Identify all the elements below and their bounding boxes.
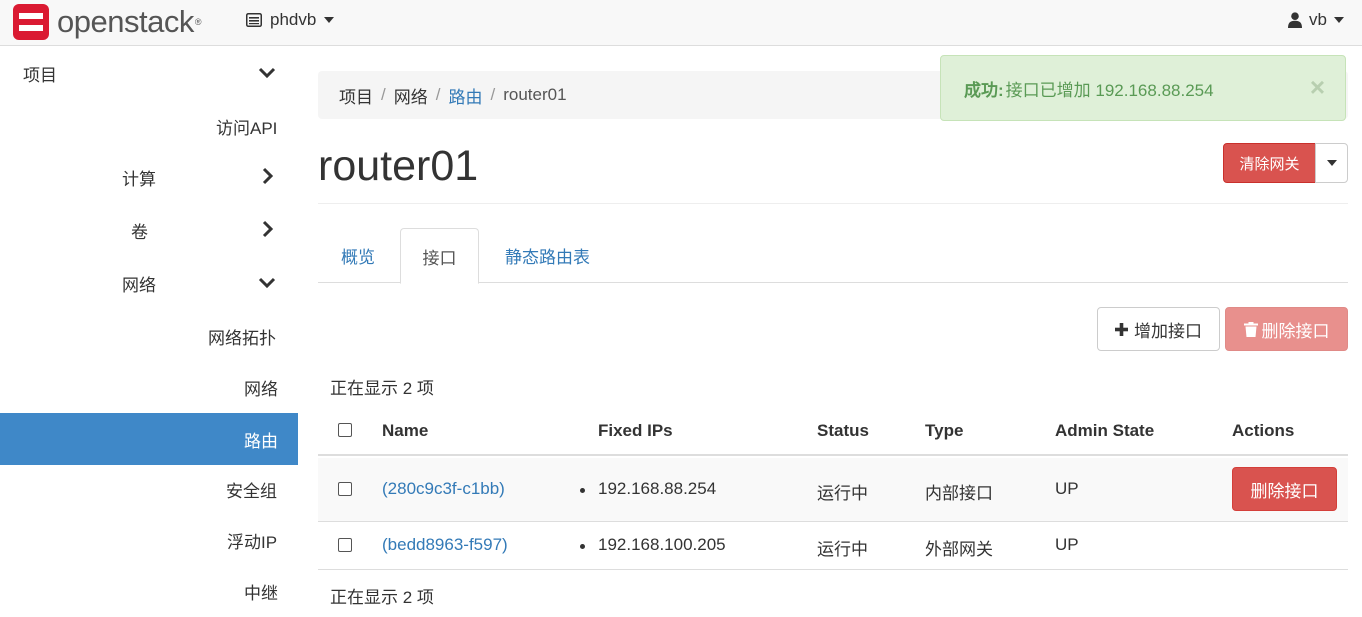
project-selector[interactable]: phdvb bbox=[246, 10, 335, 30]
chevron-down-icon bbox=[258, 277, 276, 289]
plus-icon bbox=[1115, 322, 1128, 336]
breadcrumb-separator: / bbox=[490, 85, 496, 104]
item-count-top: 正在显示 2 项 bbox=[330, 379, 434, 398]
sidebar-item-api-access[interactable]: 访问API bbox=[0, 100, 298, 152]
sidebar-item-security-groups[interactable]: 安全组 bbox=[0, 463, 298, 515]
select-all-checkbox[interactable] bbox=[338, 423, 352, 437]
interface-type: 内部接口 bbox=[925, 484, 993, 503]
chevron-right-icon bbox=[262, 167, 274, 185]
alert-message: 接口已增加 192.168.88.254 bbox=[1005, 80, 1214, 100]
project-name: phdvb bbox=[270, 10, 317, 29]
admin-state: UP bbox=[1055, 479, 1079, 498]
user-menu[interactable]: vb bbox=[1288, 10, 1344, 30]
sidebar-item-floating-ips[interactable]: 浮动IP bbox=[0, 514, 298, 566]
breadcrumb-separator: / bbox=[381, 85, 386, 104]
interface-name-link[interactable]: (280c9c3f-c1bb) bbox=[382, 479, 505, 499]
row-checkbox[interactable] bbox=[338, 538, 352, 552]
interface-name-link[interactable]: (bedd8963-f597) bbox=[382, 535, 508, 555]
user-name: vb bbox=[1309, 10, 1327, 29]
sidebar-item-label: 项目 bbox=[23, 65, 57, 85]
fixed-ip: 192.168.88.254 bbox=[598, 479, 717, 498]
clear-gateway-button[interactable]: 清除网关 bbox=[1223, 143, 1316, 183]
sidebar-item-label: 网络 bbox=[122, 275, 156, 295]
sidebar-item-label: 安全组 bbox=[226, 481, 277, 501]
breadcrumb-item-current: router01 bbox=[503, 85, 567, 104]
sidebar-item-network[interactable]: 网络 bbox=[0, 257, 298, 309]
delete-interfaces-label: 删除接口 bbox=[1261, 321, 1330, 341]
chevron-right-icon bbox=[262, 220, 274, 238]
column-header-admin-state[interactable]: Admin State bbox=[1055, 421, 1154, 441]
sidebar-item-label: 卷 bbox=[131, 222, 148, 242]
caret-down-icon bbox=[324, 17, 335, 23]
tab-overview[interactable]: 概览 bbox=[318, 228, 398, 283]
table-row: (280c9c3f-c1bb) 192.168.88.254 运行中 内部接口 … bbox=[318, 458, 1348, 522]
sidebar-item-label: 浮动IP bbox=[227, 532, 278, 552]
delete-interfaces-button[interactable]: 删除接口 bbox=[1225, 307, 1348, 351]
admin-state: UP bbox=[1055, 535, 1079, 554]
top-navbar: openstack® phdvb vb bbox=[0, 0, 1362, 46]
sidebar: 项目 访问API 计算 卷 网络 网络拓扑 网络 路由 安全组 浮动IP 中继 bbox=[0, 47, 298, 611]
column-header-status[interactable]: Status bbox=[817, 421, 869, 441]
table-header: Name Fixed IPs Status Type Admin State A… bbox=[318, 405, 1348, 456]
chevron-down-icon bbox=[258, 67, 276, 79]
sidebar-item-label: 网络 bbox=[244, 379, 278, 399]
sidebar-item-trunks[interactable]: 中继 bbox=[0, 565, 298, 617]
success-alert: 成功: 接口已增加 192.168.88.254 × bbox=[940, 55, 1346, 121]
tab-static-routes[interactable]: 静态路由表 bbox=[486, 228, 609, 283]
status: 运行中 bbox=[817, 484, 868, 503]
alert-title: 成功: bbox=[964, 80, 1004, 100]
sidebar-item-network-topology[interactable]: 网络拓扑 bbox=[0, 310, 298, 362]
column-header-name[interactable]: Name bbox=[382, 421, 428, 441]
column-header-type[interactable]: Type bbox=[925, 421, 963, 441]
status: 运行中 bbox=[817, 540, 868, 559]
openstack-logo-icon bbox=[13, 4, 49, 40]
caret-down-icon bbox=[1326, 160, 1337, 166]
sidebar-item-label: 中继 bbox=[244, 583, 278, 603]
sidebar-item-label: 网络拓扑 bbox=[208, 328, 276, 348]
sidebar-item-label: 路由 bbox=[244, 431, 278, 451]
tab-interfaces[interactable]: 接口 bbox=[400, 228, 479, 284]
tab-bar: 概览 接口 静态路由表 bbox=[318, 228, 1348, 284]
row-checkbox[interactable] bbox=[338, 482, 352, 496]
interface-type: 外部网关 bbox=[925, 540, 993, 559]
project-icon bbox=[246, 13, 262, 27]
sidebar-item-compute[interactable]: 计算 bbox=[0, 151, 298, 203]
column-header-actions: Actions bbox=[1232, 421, 1295, 440]
fixed-ip: 192.168.100.205 bbox=[598, 535, 726, 554]
delete-interface-button[interactable]: 删除接口 bbox=[1232, 467, 1337, 511]
table-row: (bedd8963-f597) 192.168.100.205 运行中 外部网关… bbox=[318, 522, 1348, 570]
trash-icon bbox=[1243, 321, 1258, 337]
more-actions-dropdown[interactable] bbox=[1315, 143, 1348, 183]
column-header-fixed-ips[interactable]: Fixed IPs bbox=[598, 421, 673, 441]
divider bbox=[318, 203, 1348, 204]
breadcrumb-item-network: 网络 bbox=[393, 87, 428, 107]
sidebar-item-networks[interactable]: 网络 bbox=[0, 361, 298, 413]
openstack-logo[interactable]: openstack® bbox=[13, 4, 201, 40]
item-count-bottom: 正在显示 2 项 bbox=[330, 588, 434, 607]
add-interface-label: 增加接口 bbox=[1134, 321, 1202, 341]
breadcrumb-item-project: 项目 bbox=[339, 87, 373, 107]
sidebar-item-routers[interactable]: 路由 bbox=[0, 413, 298, 465]
caret-down-icon bbox=[1334, 17, 1344, 23]
user-icon bbox=[1288, 12, 1303, 28]
add-interface-button[interactable]: 增加接口 bbox=[1097, 307, 1220, 351]
sidebar-item-volumes[interactable]: 卷 bbox=[0, 204, 298, 256]
breadcrumb-item-routers[interactable]: 路由 bbox=[448, 83, 482, 108]
sidebar-item-label: 计算 bbox=[122, 169, 156, 189]
sidebar-item-label: 访问API bbox=[216, 118, 278, 138]
breadcrumb-separator: / bbox=[435, 85, 441, 104]
list-bullet bbox=[580, 544, 585, 549]
list-bullet bbox=[580, 488, 585, 493]
sidebar-item-project[interactable]: 项目 bbox=[0, 47, 298, 99]
close-icon[interactable]: × bbox=[1310, 74, 1325, 100]
page-title: router01 bbox=[318, 142, 479, 190]
brand-name: openstack® bbox=[57, 4, 201, 39]
